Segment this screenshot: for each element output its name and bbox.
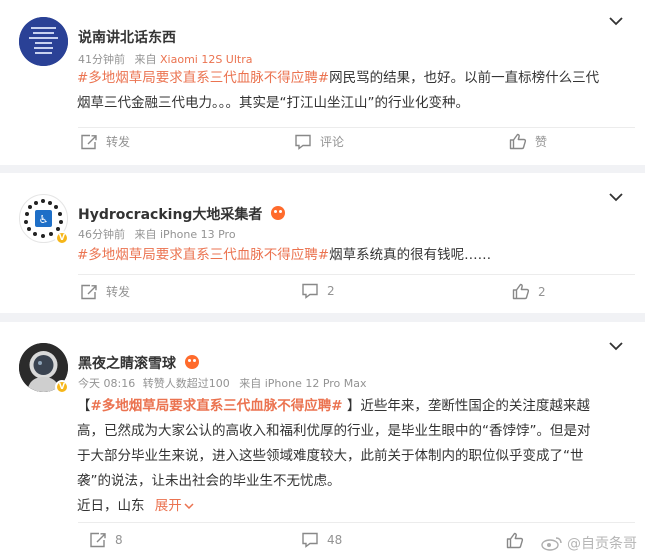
repost-icon [90, 532, 106, 548]
user-name[interactable]: 黑夜之睛滚雪球 [78, 353, 199, 373]
chevron-down-icon[interactable] [609, 341, 623, 351]
like-button[interactable]: 2 [512, 283, 546, 300]
comment-icon [302, 532, 318, 548]
body-text: 烟草三代金融三代电力。。。其实是“打江山坐江山”的行业化变种。 [77, 95, 469, 111]
chevron-down-icon[interactable] [609, 16, 623, 26]
repost-button[interactable]: 8 [89, 532, 123, 548]
like-label: 赞 [535, 135, 548, 149]
watermark-text: @自贡条哥 [567, 536, 637, 552]
like-button[interactable]: 赞 [509, 133, 547, 150]
repost-label: 转发 [106, 135, 131, 149]
comment-count: 2 [327, 284, 335, 298]
post-card-1: 说南讲北话东西 41分钟前 来自 Xiaomi 12S Ultra #多地烟草局… [0, 0, 645, 165]
source-device[interactable]: iPhone 12 Pro Max [265, 377, 367, 390]
divider [78, 522, 635, 523]
post-meta: 46分钟前 来自 iPhone 13 Pro [78, 226, 236, 242]
comment-count: 48 [327, 533, 343, 547]
repost-stat: 转赞人数超过100 [142, 377, 230, 390]
body-text: 于大部分毕业生来说，进入这些领域难度较大，此前关于体制内的职位似乎变成了“世 [77, 448, 584, 464]
source-prefix: 来自 [134, 228, 157, 241]
user-name[interactable]: Hydrocracking大地采集者 [78, 204, 286, 224]
post-time[interactable]: 46分钟前 [78, 228, 125, 241]
source-device[interactable]: Xiaomi 12S Ultra [160, 53, 253, 66]
comment-button[interactable]: 48 [301, 532, 342, 548]
topic-link[interactable]: #多地烟草局要求直系三代血脉不得应聘# [91, 398, 343, 414]
emoji-badge-icon [184, 355, 199, 369]
chevron-down-icon [184, 503, 194, 510]
expand-label: 展开 [154, 498, 182, 514]
avatar[interactable] [19, 17, 68, 66]
comment-icon [295, 134, 311, 150]
body-text: 网民骂的结果，也好。以前一直标榜什么三代 [329, 70, 600, 86]
bracket-open: 【 [77, 398, 91, 414]
divider [78, 274, 635, 275]
like-icon [506, 532, 524, 549]
expand-link[interactable]: 展开 [155, 498, 194, 514]
comment-button[interactable]: 2 [301, 283, 335, 299]
source-prefix: 来自 [134, 53, 157, 66]
source-prefix: 来自 [239, 377, 262, 390]
post-card-2: ♿ V Hydrocracking大地采集者 46分钟前 来自 iPhone 1… [0, 173, 645, 313]
source-device[interactable]: iPhone 13 Pro [160, 228, 236, 241]
avatar-image [19, 17, 68, 66]
post-body: #多地烟草局要求直系三代血脉不得应聘#网民骂的结果，也好。以前一直标榜什么三代 … [77, 66, 622, 116]
divider [78, 127, 635, 128]
svg-text:♿: ♿ [39, 213, 49, 226]
post-body: #多地烟草局要求直系三代血脉不得应聘#烟草系统真的很有钱呢…… [77, 243, 622, 268]
weibo-logo-icon [541, 537, 562, 551]
post-body: 【#多地烟草局要求直系三代血脉不得应聘# 】近些年来，垄断性国企的关注度越来越 … [77, 394, 622, 519]
vip-badge-icon: V [55, 231, 69, 245]
watermark: @自贡条哥 [541, 533, 637, 553]
repost-label: 转发 [106, 285, 131, 299]
chevron-down-icon[interactable] [609, 192, 623, 202]
body-text: 烟草系统真的很有钱呢…… [329, 247, 492, 263]
post-time[interactable]: 今天 08:16 [78, 377, 135, 390]
comment-icon [302, 283, 318, 299]
repost-button[interactable]: 转发 [80, 283, 130, 300]
like-icon [512, 283, 530, 300]
like-button[interactable] [506, 532, 532, 549]
user-name-text: Hydrocracking大地采集者 [78, 207, 263, 223]
post-meta: 41分钟前 来自 Xiaomi 12S Ultra [78, 51, 253, 67]
body-text: 袭”的说法，让未出社会的毕业生不无忧虑。 [77, 473, 341, 489]
post-card-3: V 黑夜之睛滚雪球 今天 08:16 转赞人数超过100 来自 iPhone 1… [0, 322, 645, 559]
repost-button[interactable]: 转发 [80, 133, 130, 150]
body-text: 近日，山东 [77, 498, 145, 514]
comment-label: 评论 [320, 135, 345, 149]
repost-count: 8 [115, 533, 123, 547]
emoji-badge-icon [271, 206, 286, 220]
post-time[interactable]: 41分钟前 [78, 53, 125, 66]
topic-link[interactable]: #多地烟草局要求直系三代血脉不得应聘# [77, 70, 329, 86]
like-icon [509, 133, 527, 150]
vip-badge-icon: V [55, 380, 69, 394]
topic-link[interactable]: #多地烟草局要求直系三代血脉不得应聘# [77, 247, 329, 263]
body-text: 高，已然成为大家公认的高收入和福利优厚的行业，是毕业生眼中的“香饽饽”。但是对 [77, 423, 591, 439]
like-count: 2 [538, 284, 546, 299]
repost-icon [81, 134, 97, 149]
user-name[interactable]: 说南讲北话东西 [78, 27, 176, 47]
user-name-text: 黑夜之睛滚雪球 [78, 356, 176, 372]
repost-icon [81, 284, 97, 299]
body-text: 】近些年来，垄断性国企的关注度越来越 [342, 398, 590, 414]
post-meta: 今天 08:16 转赞人数超过100 来自 iPhone 12 Pro Max [78, 375, 367, 391]
comment-button[interactable]: 评论 [294, 133, 344, 150]
